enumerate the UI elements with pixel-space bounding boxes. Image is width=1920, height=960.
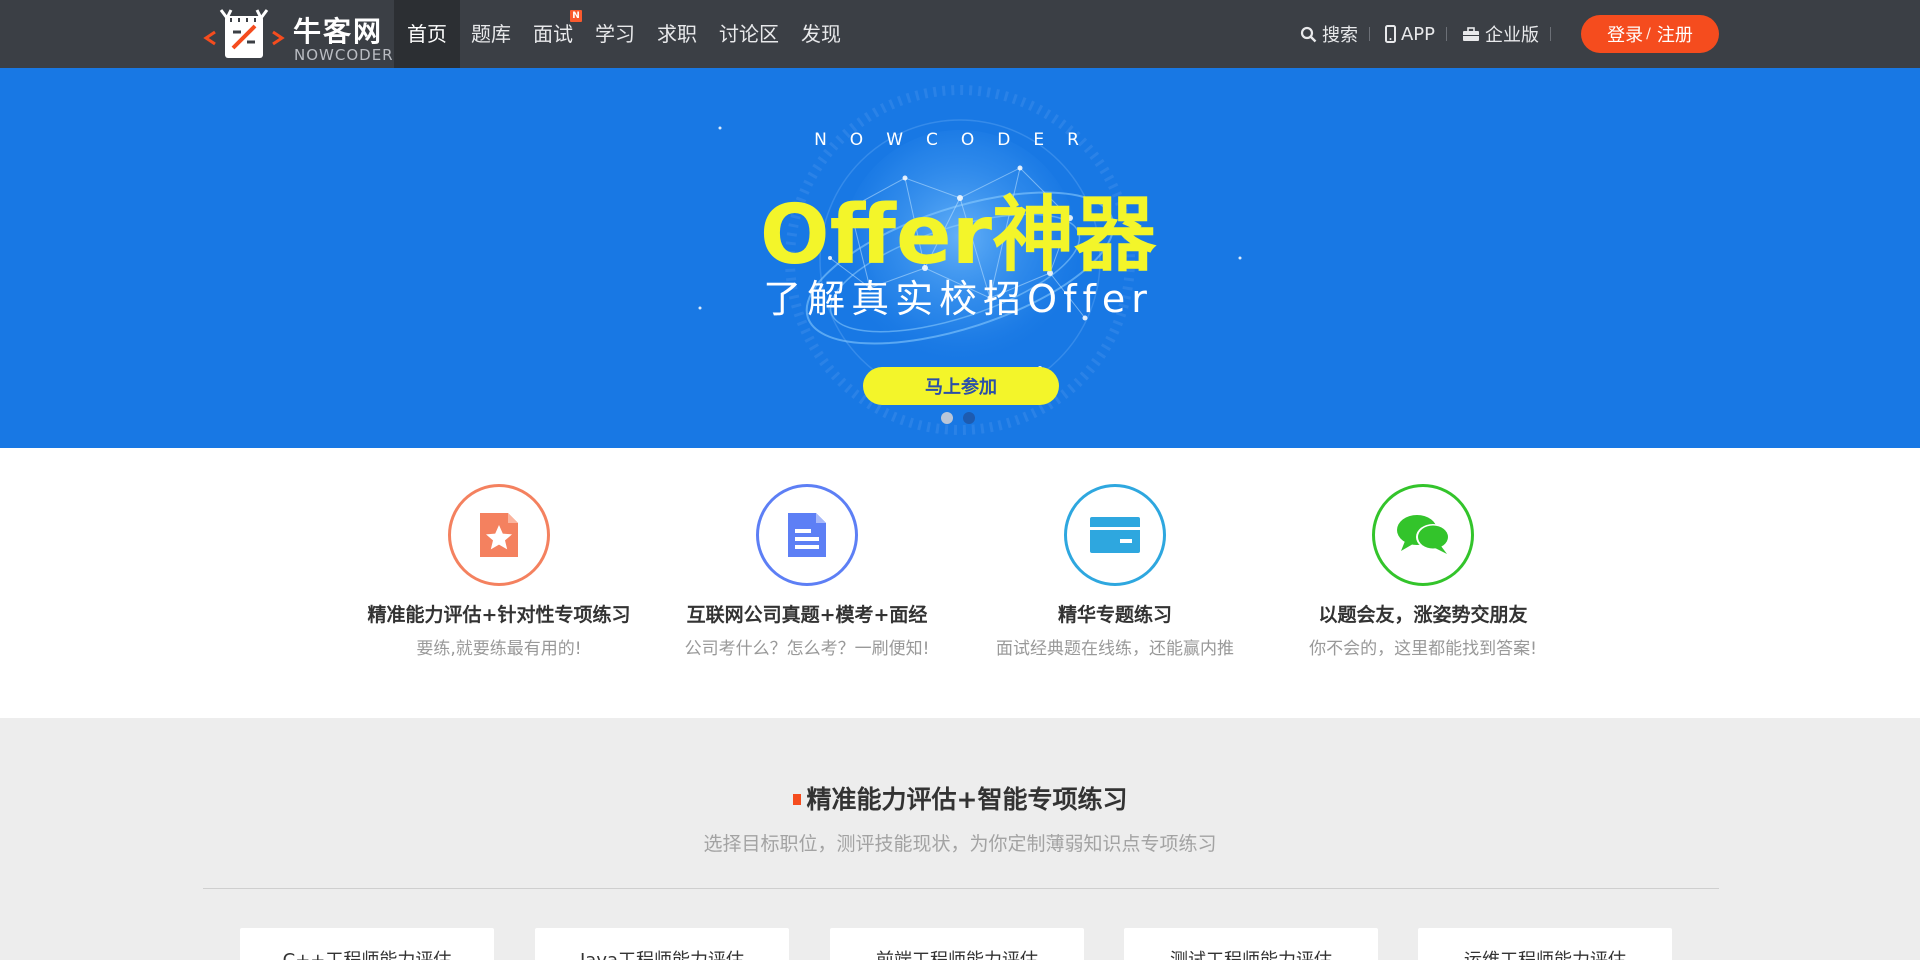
feature-ability-assessment[interactable]: 精准能力评估+针对性专项练习 要练,就要练最有用的! (339, 484, 659, 659)
document-lines-icon (788, 513, 826, 557)
logo-text: 牛客网 (293, 15, 384, 48)
feature-icon-circle[interactable] (1372, 484, 1474, 586)
assessment-card[interactable]: 运维工程师能力评估 (1418, 928, 1672, 960)
section-title: 精准能力评估+智能专项练习 (560, 780, 1360, 816)
nav-item-study[interactable]: 学习 (584, 0, 646, 68)
carousel-dots (941, 412, 975, 424)
feature-community[interactable]: 以题会友，涨姿势交朋友 你不会的，这里都能找到答案! (1263, 484, 1583, 659)
navbar-inner: 牛客网 NOWCODER 首页 题库 面试 N 学习 求职 讨论区 发现 搜索 A… (203, 0, 1719, 68)
divider (1550, 27, 1551, 41)
card-label: 前端工程师能力评估 (830, 946, 1084, 960)
nav-item-interview[interactable]: 面试 N (522, 0, 584, 68)
assessment-cards: C++工程师能力评估 Java工程师能力评估 前端工程师能力评估 测试工程师能力… (240, 928, 1680, 960)
briefcase-icon (1463, 26, 1479, 41)
app-link[interactable]: APP (1384, 23, 1435, 45)
banner-subtitle: 了解真实校招Offer (763, 277, 1153, 321)
register-label: 注册 (1656, 25, 1693, 46)
card-label: 运维工程师能力评估 (1418, 946, 1672, 960)
feature-title: 互联网公司真题+模考+面经 (686, 604, 928, 626)
assessment-card[interactable]: 测试工程师能力评估 (1124, 928, 1378, 960)
promo-banner[interactable]: NOWCODER Offer神器 了解真实校招Offer 马上参加 (0, 68, 1920, 448)
card-label: C++工程师能力评估 (240, 946, 494, 960)
feature-desc: 面试经典题在线练，还能赢内推 (996, 639, 1234, 659)
feature-title: 以题会友，涨姿势交朋友 (1318, 604, 1528, 626)
feature-desc: 要练,就要练最有用的! (416, 639, 582, 659)
nav-label: 求职 (657, 22, 697, 46)
nav-label: 题库 (471, 22, 511, 46)
nav-item-discuss[interactable]: 讨论区 (708, 0, 790, 68)
feature-title: 精准能力评估+针对性专项练习 (367, 604, 631, 626)
assessment-card[interactable]: C++工程师能力评估 (240, 928, 494, 960)
header-right-links: 搜索 APP 企业版 登录 / 注册 (1300, 0, 1719, 68)
chat-bubbles-icon (1397, 515, 1450, 554)
section-title-text: 精准能力评估+智能专项练习 (806, 785, 1128, 814)
feature-topic-practice[interactable]: 精华专题练习 面试经典题在线练，还能赢内推 (955, 484, 1275, 659)
card-label: Java工程师能力评估 (535, 946, 789, 960)
nav-label: 发现 (801, 22, 841, 46)
feature-company-questions[interactable]: 互联网公司真题+模考+面经 公司考什么？怎么考？一刷便知! (647, 484, 967, 659)
top-navbar: 牛客网 NOWCODER 首页 题库 面试 N 学习 求职 讨论区 发现 搜索 A… (0, 0, 1920, 68)
nav-label: 学习 (595, 22, 635, 46)
mobile-phone-icon (1384, 25, 1396, 43)
feature-icon-circle[interactable] (756, 484, 858, 586)
app-label: APP (1400, 23, 1435, 45)
banner-brand: NOWCODER (814, 130, 1102, 150)
nav-label: 面试 (533, 22, 573, 46)
nav-item-question-bank[interactable]: 题库 (460, 0, 522, 68)
feature-title: 精华专题练习 (1057, 604, 1172, 626)
feature-icon-circle[interactable] (448, 484, 550, 586)
envelope-icon (1090, 517, 1140, 553)
login-register-button[interactable]: 登录 / 注册 (1581, 15, 1719, 53)
join-now-button[interactable]: 马上参加 (863, 367, 1059, 405)
features-strip: 精准能力评估+针对性专项练习 要练,就要练最有用的! 互联网公司真题+模考+面经… (0, 448, 1920, 718)
search-label: 搜索 (1321, 25, 1358, 46)
divider (1446, 27, 1447, 41)
nav-label: 讨论区 (719, 22, 779, 46)
section-subtitle: 选择目标职位，测评技能现状，为你定制薄弱知识点专项练习 (703, 833, 1217, 855)
search-link[interactable]: 搜索 (1300, 21, 1358, 47)
section-title-marker (792, 794, 801, 805)
nav-item-home[interactable]: 首页 (394, 0, 460, 68)
enterprise-label: 企业版 (1485, 25, 1539, 46)
nav-label: 首页 (407, 22, 447, 46)
feature-desc: 你不会的，这里都能找到答案! (1309, 639, 1537, 659)
carousel-dot-1[interactable] (941, 412, 953, 424)
search-icon (1300, 26, 1317, 42)
nowcoder-logo[interactable]: 牛客网 NOWCODER (203, 4, 393, 64)
card-label: 测试工程师能力评估 (1124, 946, 1378, 960)
logo-subtext: NOWCODER (294, 46, 394, 64)
section-divider (203, 888, 1719, 889)
assessment-card[interactable]: 前端工程师能力评估 (830, 928, 1084, 960)
divider (1368, 27, 1370, 41)
nav-item-jobs[interactable]: 求职 (646, 0, 708, 68)
login-label: 登录 (1607, 25, 1644, 46)
main-nav: 首页 题库 面试 N 学习 求职 讨论区 发现 (394, 0, 852, 68)
nav-item-discover[interactable]: 发现 (790, 0, 852, 68)
assessment-card[interactable]: Java工程师能力评估 (535, 928, 789, 960)
login-separator: / (1646, 26, 1651, 42)
carousel-dot-2[interactable] (963, 412, 975, 424)
feature-icon-circle[interactable] (1064, 484, 1166, 586)
new-badge: N (570, 10, 582, 22)
enterprise-link[interactable]: 企业版 (1462, 21, 1539, 47)
star-document-icon (480, 513, 518, 557)
logo-mascot-icon (203, 9, 285, 58)
feature-desc: 公司考什么？怎么考？一刷便知! (684, 639, 930, 659)
